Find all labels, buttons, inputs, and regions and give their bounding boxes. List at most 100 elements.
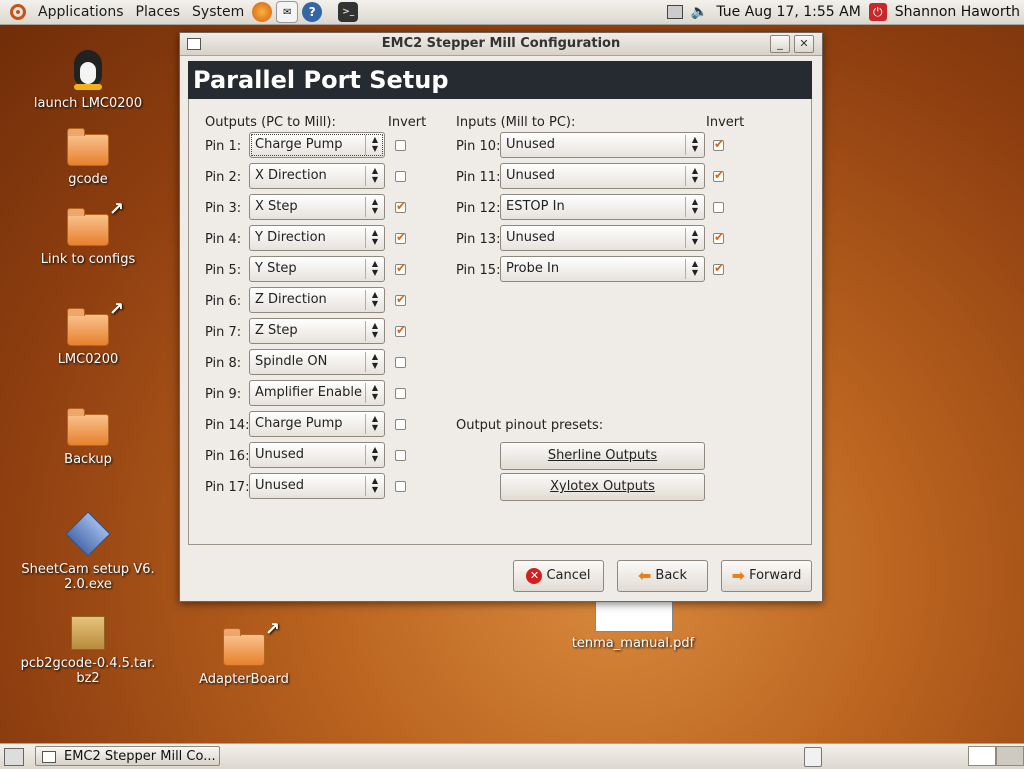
folder-link-icon: ↗ <box>223 619 280 666</box>
output-pin-select[interactable]: Charge Pump ▲ ▼ <box>249 411 385 437</box>
output-pin-label: Pin 6: <box>205 294 242 309</box>
cancel-button[interactable]: ✕ Cancel <box>513 560 604 592</box>
outputs-invert-header: Invert <box>388 115 427 130</box>
config-window: EMC2 Stepper Mill Configuration _ ✕ Para… <box>179 32 823 602</box>
desktop-icon-link-to-configs[interactable]: ↗ Link to configs <box>18 199 158 267</box>
input-pin-label: Pin 12: <box>456 201 501 216</box>
ubuntu-logo-icon[interactable] <box>10 4 26 20</box>
output-pin-label: Pin 7: <box>205 325 242 340</box>
output-pin-select[interactable]: X Step ▲ ▼ <box>249 194 385 220</box>
input-invert-checkbox[interactable] <box>713 261 724 275</box>
forward-button[interactable]: ➡ Forward <box>721 560 812 592</box>
combo-arrows-icon: ▲ ▼ <box>365 383 384 403</box>
output-invert-checkbox[interactable] <box>395 481 406 492</box>
output-pin-select[interactable]: Spindle ON ▲ ▼ <box>249 349 385 375</box>
minimize-button[interactable]: _ <box>770 35 790 53</box>
output-pin-label: Pin 16: <box>205 449 250 464</box>
user-name[interactable]: Shannon Haworth <box>895 4 1020 20</box>
input-pin-select[interactable]: Unused ▲ ▼ <box>500 163 705 189</box>
output-pin-label: Pin 17: <box>205 480 250 495</box>
terminal-icon[interactable]: >_ <box>338 2 359 22</box>
output-invert-checkbox[interactable] <box>395 261 406 275</box>
volume-icon[interactable]: 🔈 <box>691 4 708 20</box>
menu-places[interactable]: Places <box>130 4 187 20</box>
input-invert-checkbox[interactable] <box>713 230 724 244</box>
combo-arrows-icon: ▲ ▼ <box>685 197 704 217</box>
desktop-icon-backup[interactable]: Backup <box>18 408 158 467</box>
folder-icon <box>67 408 109 446</box>
input-invert-checkbox[interactable] <box>713 202 724 213</box>
show-desktop-icon[interactable] <box>4 748 24 766</box>
output-invert-checkbox[interactable] <box>395 199 406 213</box>
desktop-icon-tenma-manual[interactable]: tenma_manual.pdf <box>563 636 703 651</box>
output-invert-checkbox[interactable] <box>395 323 406 337</box>
archive-icon <box>71 616 105 650</box>
desktop-icon-pcb2gcode[interactable]: pcb2gcode-0.4.5.tar. bz2 <box>18 616 158 686</box>
output-pin-select[interactable]: Unused ▲ ▼ <box>249 442 385 468</box>
output-pin-select[interactable]: Unused ▲ ▼ <box>249 473 385 499</box>
input-pin-label: Pin 11: <box>456 170 501 185</box>
output-pin-select[interactable]: Charge Pump ▲ ▼ <box>249 132 385 158</box>
output-invert-checkbox[interactable] <box>395 388 406 399</box>
output-invert-checkbox[interactable] <box>395 292 406 306</box>
output-pin-select[interactable]: Y Direction ▲ ▼ <box>249 225 385 251</box>
combo-arrows-icon: ▲ ▼ <box>685 259 704 279</box>
input-invert-checkbox[interactable] <box>713 137 724 151</box>
input-pin-select[interactable]: Unused ▲ ▼ <box>500 225 705 251</box>
cancel-icon: ✕ <box>526 568 543 584</box>
desktop-icon-gcode[interactable]: gcode <box>18 128 158 187</box>
input-invert-checkbox[interactable] <box>713 168 724 182</box>
combo-arrows-icon: ▲ ▼ <box>365 135 384 155</box>
output-pin-select[interactable]: Y Step ▲ ▼ <box>249 256 385 282</box>
output-invert-checkbox[interactable] <box>395 419 406 430</box>
combo-arrows-icon: ▲ ▼ <box>365 476 384 496</box>
mail-icon[interactable]: ✉ <box>276 1 299 23</box>
output-invert-checkbox[interactable] <box>395 230 406 244</box>
input-pin-select[interactable]: Probe In ▲ ▼ <box>500 256 705 282</box>
system-tray: 🔈 Tue Aug 17, 1:55 AM ⏻ Shannon Haworth <box>663 0 1024 24</box>
menu-system[interactable]: System <box>186 4 250 20</box>
trash-icon[interactable] <box>804 747 822 767</box>
network-icon[interactable] <box>666 5 683 19</box>
output-invert-checkbox[interactable] <box>395 140 406 151</box>
output-pin-select[interactable]: Z Direction ▲ ▼ <box>249 287 385 313</box>
workspace-1[interactable] <box>968 746 996 766</box>
input-pin-label: Pin 15: <box>456 263 501 278</box>
output-pin-label: Pin 2: <box>205 170 242 185</box>
desktop-icon-adapterboard[interactable]: ↗ AdapterBoard <box>174 619 314 687</box>
window-titlebar[interactable]: EMC2 Stepper Mill Configuration _ ✕ <box>180 33 822 56</box>
help-icon[interactable]: ? <box>302 2 323 22</box>
sherline-outputs-button[interactable]: Sherline Outputs <box>500 442 705 470</box>
desktop-icon-label-line2: 2.0.exe <box>64 577 112 592</box>
desktop-icon-label: SheetCam setup V6. <box>21 562 155 577</box>
taskbar-window-button[interactable]: EMC2 Stepper Mill Co... <box>35 746 220 766</box>
pdf-icon[interactable] <box>595 600 673 632</box>
output-pin-select[interactable]: Z Step ▲ ▼ <box>249 318 385 344</box>
combo-arrows-icon: ▲ ▼ <box>365 228 384 248</box>
bottom-panel: EMC2 Stepper Mill Co... <box>0 743 1024 769</box>
combo-arrows-icon: ▲ ▼ <box>365 259 384 279</box>
power-icon[interactable]: ⏻ <box>868 3 887 21</box>
output-pin-select[interactable]: Amplifier Enable ▲ ▼ <box>249 380 385 406</box>
desktop-icon-launch-lmc0200[interactable]: launch LMC0200 <box>18 46 158 111</box>
menu-applications[interactable]: Applications <box>32 4 130 20</box>
xylotex-outputs-button[interactable]: Xylotex Outputs <box>500 473 705 501</box>
desktop-icon-label: pcb2gcode-0.4.5.tar. <box>20 656 156 671</box>
output-pin-label: Pin 4: <box>205 232 242 247</box>
back-button[interactable]: ⬅ Back <box>617 560 708 592</box>
output-pin-select[interactable]: X Direction ▲ ▼ <box>249 163 385 189</box>
workspace-2[interactable] <box>996 746 1024 766</box>
output-invert-checkbox[interactable] <box>395 357 406 368</box>
desktop-icon-label: gcode <box>68 172 108 187</box>
firefox-icon[interactable] <box>252 2 273 22</box>
executable-icon <box>65 511 111 557</box>
desktop-icon-sheetcam[interactable]: SheetCam setup V6. 2.0.exe <box>18 511 158 592</box>
close-window-button[interactable]: ✕ <box>794 35 814 53</box>
desktop-icon-lmc0200[interactable]: ↗ LMC0200 <box>18 299 158 367</box>
input-pin-select[interactable]: Unused ▲ ▼ <box>500 132 705 158</box>
output-invert-checkbox[interactable] <box>395 171 406 182</box>
input-pin-select[interactable]: ESTOP In ▲ ▼ <box>500 194 705 220</box>
clock[interactable]: Tue Aug 17, 1:55 AM <box>716 4 860 20</box>
inputs-invert-header: Invert <box>706 115 745 130</box>
output-invert-checkbox[interactable] <box>395 450 406 461</box>
